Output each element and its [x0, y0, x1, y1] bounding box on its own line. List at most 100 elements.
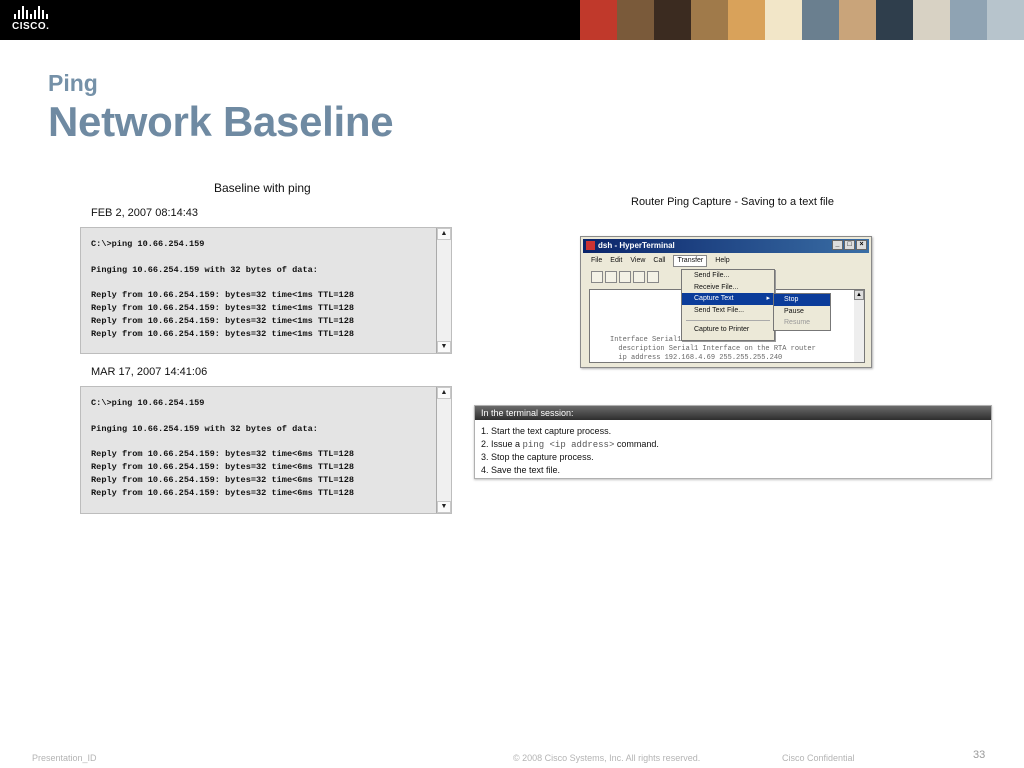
menu-file[interactable]: File: [591, 255, 602, 267]
app-icon: [586, 241, 595, 250]
banner-photo-strip: [580, 0, 1024, 40]
scroll-up-icon[interactable]: ▲: [437, 387, 451, 399]
window-title: dsh - HyperTerminal: [598, 241, 675, 250]
cisco-logo: CISCO.: [12, 6, 62, 34]
capture-submenu-item[interactable]: Pause: [774, 306, 830, 318]
terminal-capture-1: C:\>ping 10.66.254.159 Pinging 10.66.254.…: [80, 227, 452, 354]
banner-photo: [913, 0, 950, 40]
banner-photo: [950, 0, 987, 40]
connect-icon[interactable]: [619, 271, 631, 283]
terminal-line: Reply from 10.66.254.159: bytes=32 time<…: [91, 328, 355, 339]
terminal-line: Reply from 10.66.254.159: bytes=32 time<…: [91, 461, 355, 472]
top-banner: CISCO.: [0, 0, 1024, 40]
terminal-line: Reply from 10.66.254.159: bytes=32 time<…: [91, 487, 355, 498]
terminal-line: Reply from 10.66.254.159: bytes=32 time<…: [91, 449, 355, 460]
menu-transfer[interactable]: Transfer: [673, 255, 708, 267]
cisco-bridge-icon: [14, 6, 62, 19]
menu-help[interactable]: Help: [715, 255, 729, 267]
terminal-scrollbar[interactable]: ▲ ▼: [437, 228, 451, 353]
slide-subtitle: Ping: [48, 70, 98, 96]
banner-photo: [876, 0, 913, 40]
slide-title: Network Baseline: [48, 98, 394, 145]
banner-photo: [691, 0, 728, 40]
transfer-menu-item[interactable]: Receive File...: [682, 282, 774, 294]
disconnect-icon[interactable]: [633, 271, 645, 283]
banner-photo: [617, 0, 654, 40]
instructions-box: In the terminal session: 1. Start the te…: [474, 405, 992, 479]
transfer-menu-item[interactable]: Capture to Printer: [682, 324, 774, 336]
footer-confidential: Cisco Confidential: [782, 753, 855, 763]
baseline-caption: Baseline with ping: [214, 181, 311, 195]
maximize-icon[interactable]: □: [844, 240, 855, 250]
terminal-line: Pinging 10.66.254.159 with 32 bytes of d…: [91, 423, 318, 434]
footer-presentation-id: Presentation_ID: [32, 753, 97, 763]
transfer-menu-item[interactable]: Send File...: [682, 270, 774, 282]
router-capture-caption: Router Ping Capture - Saving to a text f…: [631, 196, 834, 208]
instruction-step-3: 3. Stop the capture process.: [481, 452, 594, 462]
scroll-down-icon[interactable]: ▼: [437, 501, 451, 513]
scroll-up-icon[interactable]: ▲: [854, 290, 864, 300]
page-number: 33: [973, 749, 986, 761]
scroll-down-icon[interactable]: ▼: [437, 341, 451, 353]
terminal-output-area: C:\>ping 10.66.254.159 Pinging 10.66.254.…: [81, 387, 437, 513]
close-icon[interactable]: ×: [856, 240, 867, 250]
terminal-line: C:\>ping 10.66.254.159: [91, 398, 205, 408]
footer-copyright: © 2008 Cisco Systems, Inc. All rights re…: [513, 753, 701, 763]
transfer-menu-item[interactable]: Send Text File...: [682, 305, 774, 317]
ping-command: ping <ip address>: [522, 440, 615, 450]
step-2-text: 2. Issue a: [481, 439, 523, 449]
transfer-menu: Send File...Receive File...Capture TextS…: [681, 269, 775, 341]
terminal-line: Reply from 10.66.254.159: bytes=32 time<…: [91, 290, 355, 301]
open-icon[interactable]: [605, 271, 617, 283]
terminal-line: description Serial1 Interface on the RTA…: [610, 345, 816, 353]
step-2-text-end: command.: [614, 439, 659, 449]
scroll-up-icon[interactable]: ▲: [437, 228, 451, 240]
terminal-line: Reply from 10.66.254.159: bytes=32 time<…: [91, 315, 355, 326]
instructions-list: 1. Start the text capture process. 2. Is…: [475, 420, 991, 477]
banner-photo: [654, 0, 691, 40]
instruction-step-1: 1. Start the text capture process.: [481, 426, 612, 436]
terminal-output-area: C:\>ping 10.66.254.159 Pinging 10.66.254.…: [81, 228, 437, 353]
menu-call[interactable]: Call: [653, 255, 665, 267]
hyperterminal-scrollbar[interactable]: ▲: [854, 290, 864, 362]
capture1-date: FEB 2, 2007 08:14:43: [91, 207, 199, 219]
banner-photo: [728, 0, 765, 40]
terminal-output-1: C:\>ping 10.66.254.159 Pinging 10.66.254.…: [91, 238, 354, 340]
menu-edit[interactable]: Edit: [610, 255, 622, 267]
terminal-line: ip address 192.168.4.69 255.255.255.240: [610, 354, 783, 362]
hyperterminal-menubar: File Edit View Call Transfer Help: [583, 255, 869, 267]
capture-submenu-item[interactable]: Stop: [774, 294, 830, 306]
hyperterminal-titlebar: dsh - HyperTerminal _ □ ×: [583, 239, 869, 253]
instructions-header: In the terminal session:: [475, 406, 991, 420]
cisco-wordmark: CISCO.: [12, 21, 50, 32]
window-controls: _ □ ×: [832, 240, 867, 250]
banner-photo: [765, 0, 802, 40]
banner-photo: [987, 0, 1024, 40]
instruction-step-4: 4. Save the text file.: [481, 465, 561, 475]
terminal-scrollbar[interactable]: ▲ ▼: [437, 387, 451, 513]
terminal-line: Reply from 10.66.254.159: bytes=32 time<…: [91, 474, 355, 485]
hyperterminal-toolbar: [591, 271, 659, 283]
banner-photo: [580, 0, 617, 40]
menu-view[interactable]: View: [630, 255, 645, 267]
send-icon[interactable]: [647, 271, 659, 283]
capture-submenu-item: Resume: [784, 319, 811, 326]
new-icon[interactable]: [591, 271, 603, 283]
instruction-step-2: 2. Issue a ping <ip address> command.: [481, 438, 991, 451]
hyperterminal-window: dsh - HyperTerminal _ □ × File Edit View Ca…: [580, 236, 872, 368]
banner-photo: [839, 0, 876, 40]
minimize-icon[interactable]: _: [832, 240, 843, 250]
terminal-output-2: C:\>ping 10.66.254.159 Pinging 10.66.254.…: [91, 397, 354, 499]
capture-text-submenu: Stop Pause Resume: [773, 293, 831, 331]
terminal-line: Pinging 10.66.254.159 with 32 bytes of d…: [91, 264, 318, 275]
banner-photo: [802, 0, 839, 40]
transfer-menu-item[interactable]: Capture Text: [682, 293, 774, 305]
capture2-date: MAR 17, 2007 14:41:06: [91, 366, 208, 378]
terminal-line: C:\>ping 10.66.254.159: [91, 239, 205, 249]
terminal-capture-2: C:\>ping 10.66.254.159 Pinging 10.66.254.…: [80, 386, 452, 514]
terminal-line: Reply from 10.66.254.159: bytes=32 time<…: [91, 302, 355, 313]
